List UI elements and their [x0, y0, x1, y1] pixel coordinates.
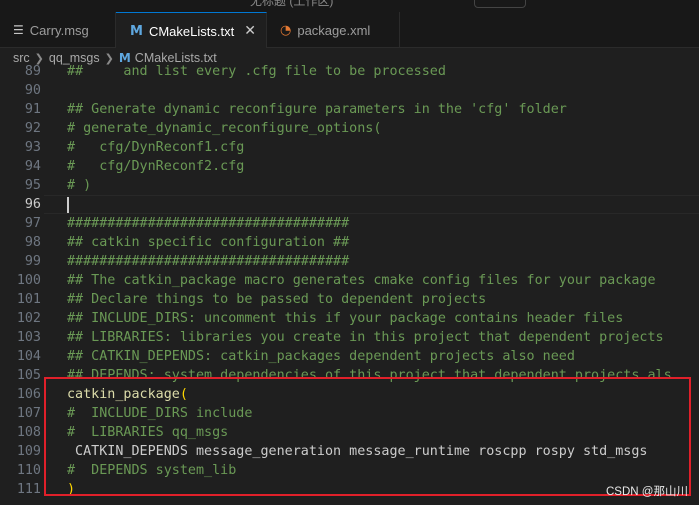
- command-center[interactable]: [474, 0, 526, 8]
- title-bar: 无标题 (工作区): [0, 0, 699, 12]
- function-name: catkin_package: [67, 387, 180, 402]
- line-number: 94: [24, 159, 41, 174]
- code-text: # LIBRARIES qq_msgs: [67, 425, 229, 440]
- code-text: ## Generate dynamic reconfigure paramete…: [67, 102, 567, 117]
- line-number: 93: [24, 140, 41, 155]
- code-text: # generate_dynamic_reconfigure_options(: [67, 121, 382, 136]
- tab-cmakelists[interactable]: M CMakeLists.txt ✕: [116, 12, 267, 49]
- code-editor[interactable]: 89 ## and list every .cfg file to be proc…: [0, 62, 699, 505]
- code-text: ## CATKIN_DEPENDS: catkin_packages depen…: [67, 349, 575, 364]
- code-line[interactable]: 105 ## DEPENDS: system dependencies of th…: [0, 366, 699, 385]
- line-number: 105: [16, 368, 41, 383]
- code-text: # DEPENDS system_lib: [67, 463, 237, 478]
- line-number: 89: [24, 64, 41, 79]
- line-number: 98: [24, 235, 41, 250]
- watermark: CSDN @那山川: [606, 486, 688, 498]
- code-line[interactable]: 101 ## Declare things to be passed to dep…: [0, 290, 699, 309]
- code-line[interactable]: 103 ## LIBRARIES: libraries you create in…: [0, 328, 699, 347]
- code-line[interactable]: 99 ###################################: [0, 252, 699, 271]
- line-number: 108: [16, 425, 41, 440]
- line-number: 110: [16, 463, 41, 478]
- code-line[interactable]: 102 ## INCLUDE_DIRS: uncomment this if yo…: [0, 309, 699, 328]
- code-text: CATKIN_DEPENDS message_generation messag…: [67, 444, 648, 459]
- code-line[interactable]: 93 # cfg/DynReconf1.cfg: [0, 138, 699, 157]
- bracket: (: [179, 387, 188, 402]
- code-text: ## Declare things to be passed to depend…: [67, 292, 487, 307]
- code-line[interactable]: 100 ## The catkin_package macro generates…: [0, 271, 699, 290]
- tab-package-xml[interactable]: ◔ package.xml: [267, 12, 400, 48]
- code-text: ## catkin specific configuration ##: [67, 235, 350, 250]
- line-number: 111: [16, 482, 41, 497]
- code-text: # ): [67, 178, 92, 193]
- code-text: # cfg/DynReconf1.cfg: [67, 140, 245, 155]
- line-number: 91: [24, 102, 41, 117]
- code-text: # cfg/DynReconf2.cfg: [67, 159, 245, 174]
- current-line-highlight: [44, 195, 699, 214]
- line-number: 99: [24, 254, 41, 269]
- line-number: 106: [16, 387, 41, 402]
- code-text: ###################################: [67, 216, 350, 231]
- line-number: 100: [16, 273, 41, 288]
- text-cursor: [67, 197, 69, 213]
- line-number: 104: [16, 349, 41, 364]
- rss-icon: ◔: [280, 22, 292, 38]
- code-line[interactable]: 97 ###################################: [0, 214, 699, 233]
- code-text: # INCLUDE_DIRS include: [67, 406, 253, 421]
- line-number: 107: [16, 406, 41, 421]
- code-line[interactable]: 106 catkin_package(: [0, 385, 699, 404]
- line-number: 90: [24, 83, 41, 98]
- code-text: ###################################: [67, 254, 350, 269]
- line-number: 102: [16, 311, 41, 326]
- code-line[interactable]: 98 ## catkin specific configuration ##: [0, 233, 699, 252]
- code-text: ## The catkin_package macro generates cm…: [67, 273, 656, 288]
- code-line[interactable]: 89 ## and list every .cfg file to be proc…: [0, 62, 699, 81]
- line-number: 109: [16, 444, 41, 459]
- code-line[interactable]: 104 ## CATKIN_DEPENDS: catkin_packages de…: [0, 347, 699, 366]
- bracket: ): [67, 482, 76, 497]
- line-number: 103: [16, 330, 41, 345]
- code-line[interactable]: 94 # cfg/DynReconf2.cfg: [0, 157, 699, 176]
- lines-icon: ☰: [13, 23, 24, 37]
- line-number: 97: [24, 216, 41, 231]
- tab-label: package.xml: [297, 22, 371, 38]
- cmake-icon: M: [130, 23, 143, 39]
- code-line[interactable]: 109 CATKIN_DEPENDS message_generation me…: [0, 442, 699, 461]
- code-line[interactable]: 108 # LIBRARIES qq_msgs: [0, 423, 699, 442]
- code-line[interactable]: 90: [0, 81, 699, 100]
- code-text: ## INCLUDE_DIRS: uncomment this if your …: [67, 311, 624, 326]
- tab-label: CMakeLists.txt: [148, 23, 235, 39]
- code-text: ## and list every .cfg file to be proces…: [67, 64, 446, 79]
- line-number: 95: [24, 178, 41, 193]
- window-title: 无标题 (工作区): [250, 0, 334, 8]
- code-line[interactable]: 95 # ): [0, 176, 699, 195]
- close-icon[interactable]: ✕: [244, 23, 256, 39]
- line-number: 92: [24, 121, 41, 136]
- code-line[interactable]: 96: [0, 195, 699, 214]
- line-number: 96: [24, 197, 41, 212]
- line-number: 101: [16, 292, 41, 307]
- tab-label: Carry.msg: [29, 22, 89, 38]
- code-line[interactable]: 110 # DEPENDS system_lib: [0, 461, 699, 480]
- code-line[interactable]: 111): [0, 480, 699, 499]
- code-text: catkin_package(: [67, 385, 188, 404]
- tab-carry-msg[interactable]: ☰ Carry.msg: [0, 12, 116, 48]
- code-text: ## LIBRARIES: libraries you create in th…: [67, 330, 664, 345]
- code-line[interactable]: 92 # generate_dynamic_reconfigure_options…: [0, 119, 699, 138]
- code-text: ## DEPENDS: system dependencies of this …: [67, 368, 672, 383]
- tab-bar: ☰ Carry.msg M CMakeLists.txt ✕ ◔ package…: [0, 12, 699, 49]
- code-line[interactable]: 91 ## Generate dynamic reconfigure parame…: [0, 100, 699, 119]
- code-line[interactable]: 107 # INCLUDE_DIRS include: [0, 404, 699, 423]
- code-text: ): [67, 480, 75, 499]
